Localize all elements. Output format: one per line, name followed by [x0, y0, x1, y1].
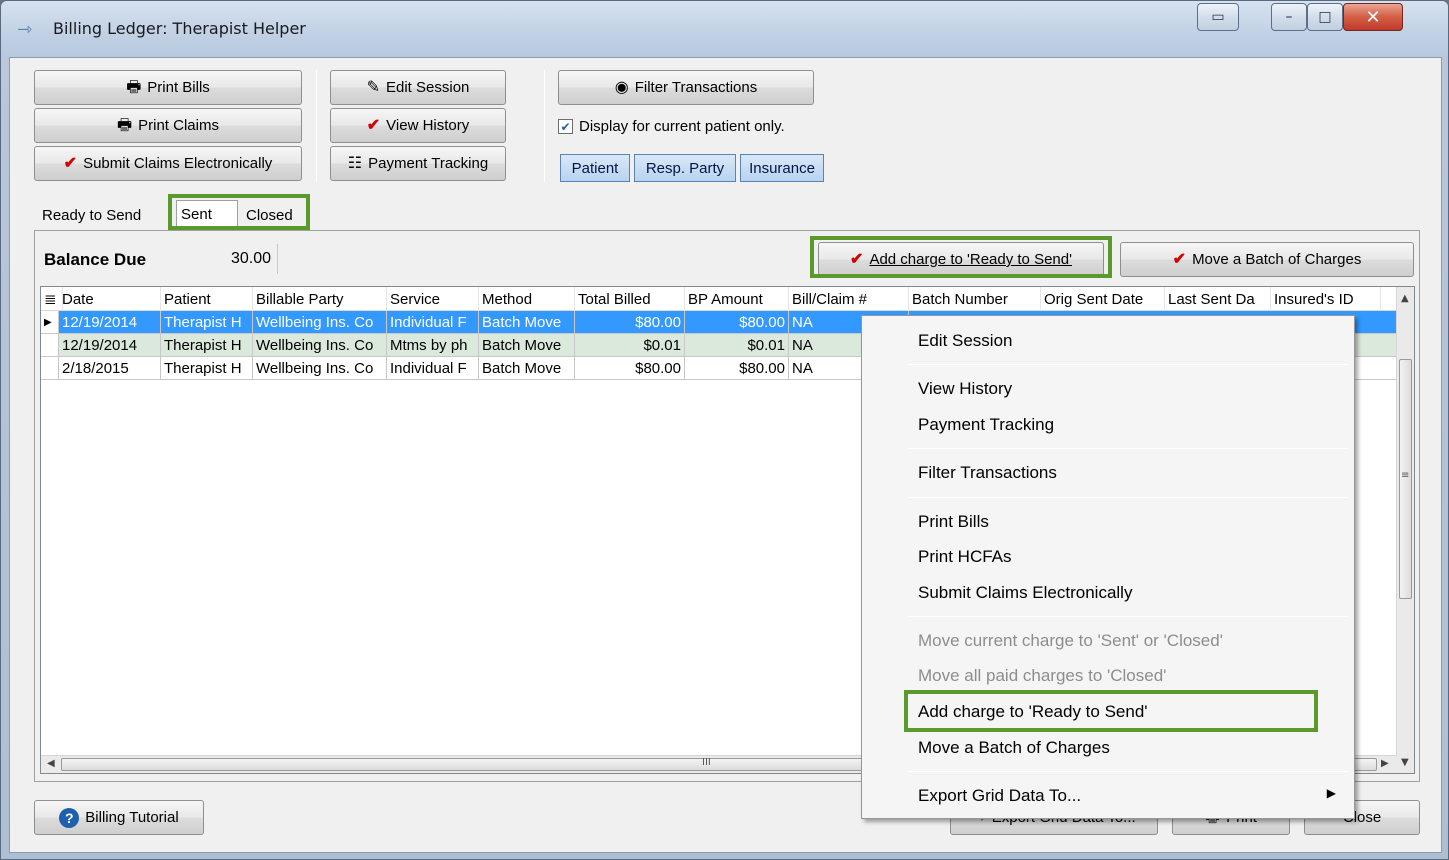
- window-title: Billing Ledger: Therapist Helper: [53, 19, 306, 38]
- menu-separator: [908, 448, 1348, 449]
- print-claims-button[interactable]: 🖶 Print Claims: [34, 108, 302, 143]
- column-header[interactable]: Last Sent Da: [1165, 287, 1271, 311]
- title-bar: ⇾ Billing Ledger: Therapist Helper ▭ – □…: [1, 1, 1448, 57]
- restore-layout-icon[interactable]: ▭: [1197, 3, 1239, 31]
- column-header[interactable]: Bill/Claim #: [789, 287, 909, 311]
- submit-claims-button[interactable]: ✔ Submit Claims Electronically: [34, 146, 302, 181]
- help-icon: ?: [59, 807, 80, 828]
- add-charge-highlight-box: [810, 236, 1112, 278]
- menu-item-view-history[interactable]: View History: [918, 376, 1012, 402]
- app-icon: ⇾: [17, 19, 33, 40]
- maximize-button[interactable]: □: [1307, 3, 1343, 31]
- column-header[interactable]: Date: [59, 287, 161, 311]
- edit-session-button[interactable]: ✎ Edit Session: [330, 70, 506, 105]
- insurance-filter-button[interactable]: Insurance: [740, 154, 824, 182]
- resp-party-filter-button[interactable]: Resp. Party: [634, 154, 736, 182]
- menu-add-charge-highlight-box: [904, 690, 1318, 732]
- menu-item-move-paid-charges: Move all paid charges to 'Closed': [918, 666, 1167, 685]
- printer-icon: 🖶: [126, 78, 142, 96]
- menu-item-submit-claims[interactable]: Submit Claims Electronically: [918, 580, 1132, 606]
- menu-item-export-grid[interactable]: Export Grid Data To...: [918, 783, 1081, 809]
- menu-item-print-bills[interactable]: Print Bills: [918, 509, 989, 535]
- minimize-button[interactable]: –: [1271, 3, 1307, 31]
- column-header[interactable]: Patient: [161, 287, 253, 311]
- checkmark-icon: ✔: [366, 116, 381, 134]
- row-indicator-icon: ▶: [41, 311, 59, 334]
- current-patient-checkbox[interactable]: ✔ Display for current patient only.: [558, 118, 785, 135]
- menu-separator: [908, 497, 1348, 498]
- column-header[interactable]: Service: [387, 287, 479, 311]
- menu-separator: [908, 616, 1348, 617]
- print-bills-button[interactable]: 🖶 Print Bills: [34, 70, 302, 105]
- scroll-right-icon[interactable]: ▶: [1381, 758, 1389, 769]
- column-header[interactable]: Insured's ID: [1271, 287, 1381, 311]
- printer-icon: 🖶: [117, 116, 133, 134]
- billing-tutorial-button[interactable]: ? Billing Tutorial: [34, 800, 204, 835]
- menu-item-print-hcfas[interactable]: Print HCFAs: [918, 544, 1012, 570]
- payment-tracking-button[interactable]: ☷ Payment Tracking: [330, 146, 506, 181]
- tabs-highlight-box: [168, 194, 310, 230]
- column-header[interactable]: Billable Party: [253, 287, 387, 311]
- menu-item-payment-tracking[interactable]: Payment Tracking: [918, 412, 1054, 438]
- scroll-left-icon[interactable]: ◀: [47, 758, 55, 769]
- checkmark-icon: ✔: [63, 154, 78, 172]
- column-header[interactable]: Total Billed: [575, 287, 685, 311]
- context-menu: Edit Session View History Payment Tracki…: [861, 315, 1355, 819]
- filter-transactions-button[interactable]: ◉ Filter Transactions: [558, 70, 814, 105]
- menu-separator: [908, 771, 1348, 772]
- double-checkmark-icon: ✔: [1172, 250, 1187, 268]
- menu-item-move-batch[interactable]: Move a Batch of Charges: [918, 735, 1110, 761]
- payment-tracking-icon: ☷: [347, 154, 363, 172]
- edit-session-icon: ✎: [366, 78, 380, 96]
- scroll-up-icon[interactable]: ▲: [1401, 293, 1409, 304]
- tab-ready-to-send[interactable]: Ready to Send: [38, 202, 145, 228]
- submenu-arrow-icon: ▶: [1326, 786, 1336, 800]
- filter-icon: ◉: [614, 78, 629, 96]
- column-header[interactable]: Method: [479, 287, 575, 311]
- menu-separator: [908, 364, 1348, 365]
- toolbar-separator: [544, 70, 545, 182]
- balance-due-label: Balance Due: [44, 250, 147, 269]
- checkbox-check-icon[interactable]: ✔: [558, 119, 573, 134]
- column-header[interactable]: Orig Sent Date: [1041, 287, 1165, 311]
- menu-item-filter-transactions[interactable]: Filter Transactions: [918, 460, 1057, 486]
- view-history-button[interactable]: ✔ View History: [330, 108, 506, 143]
- vertical-scroll-thumb[interactable]: ≡: [1399, 359, 1412, 599]
- balance-due-value: 30.00: [206, 244, 278, 274]
- patient-filter-button[interactable]: Patient: [560, 154, 630, 182]
- column-header[interactable]: BP Amount: [685, 287, 789, 311]
- grid-header: ≣ Date Patient Billable Party Service Me…: [41, 287, 1414, 311]
- move-batch-button[interactable]: ✔ Move a Batch of Charges: [1120, 242, 1414, 277]
- menu-item-edit-session[interactable]: Edit Session: [918, 328, 1013, 354]
- menu-item-move-current-charge: Move current charge to 'Sent' or 'Closed…: [918, 631, 1223, 650]
- scroll-down-icon[interactable]: ▼: [1401, 757, 1409, 768]
- toolbar-separator: [316, 70, 317, 182]
- close-window-button[interactable]: ✕: [1343, 3, 1403, 31]
- column-header[interactable]: Batch Number: [909, 287, 1041, 311]
- grid-vertical-scrollbar[interactable]: ▲ ≡ ▼: [1396, 287, 1414, 773]
- billing-ledger-window: ⇾ Billing Ledger: Therapist Helper ▭ – □…: [0, 0, 1449, 860]
